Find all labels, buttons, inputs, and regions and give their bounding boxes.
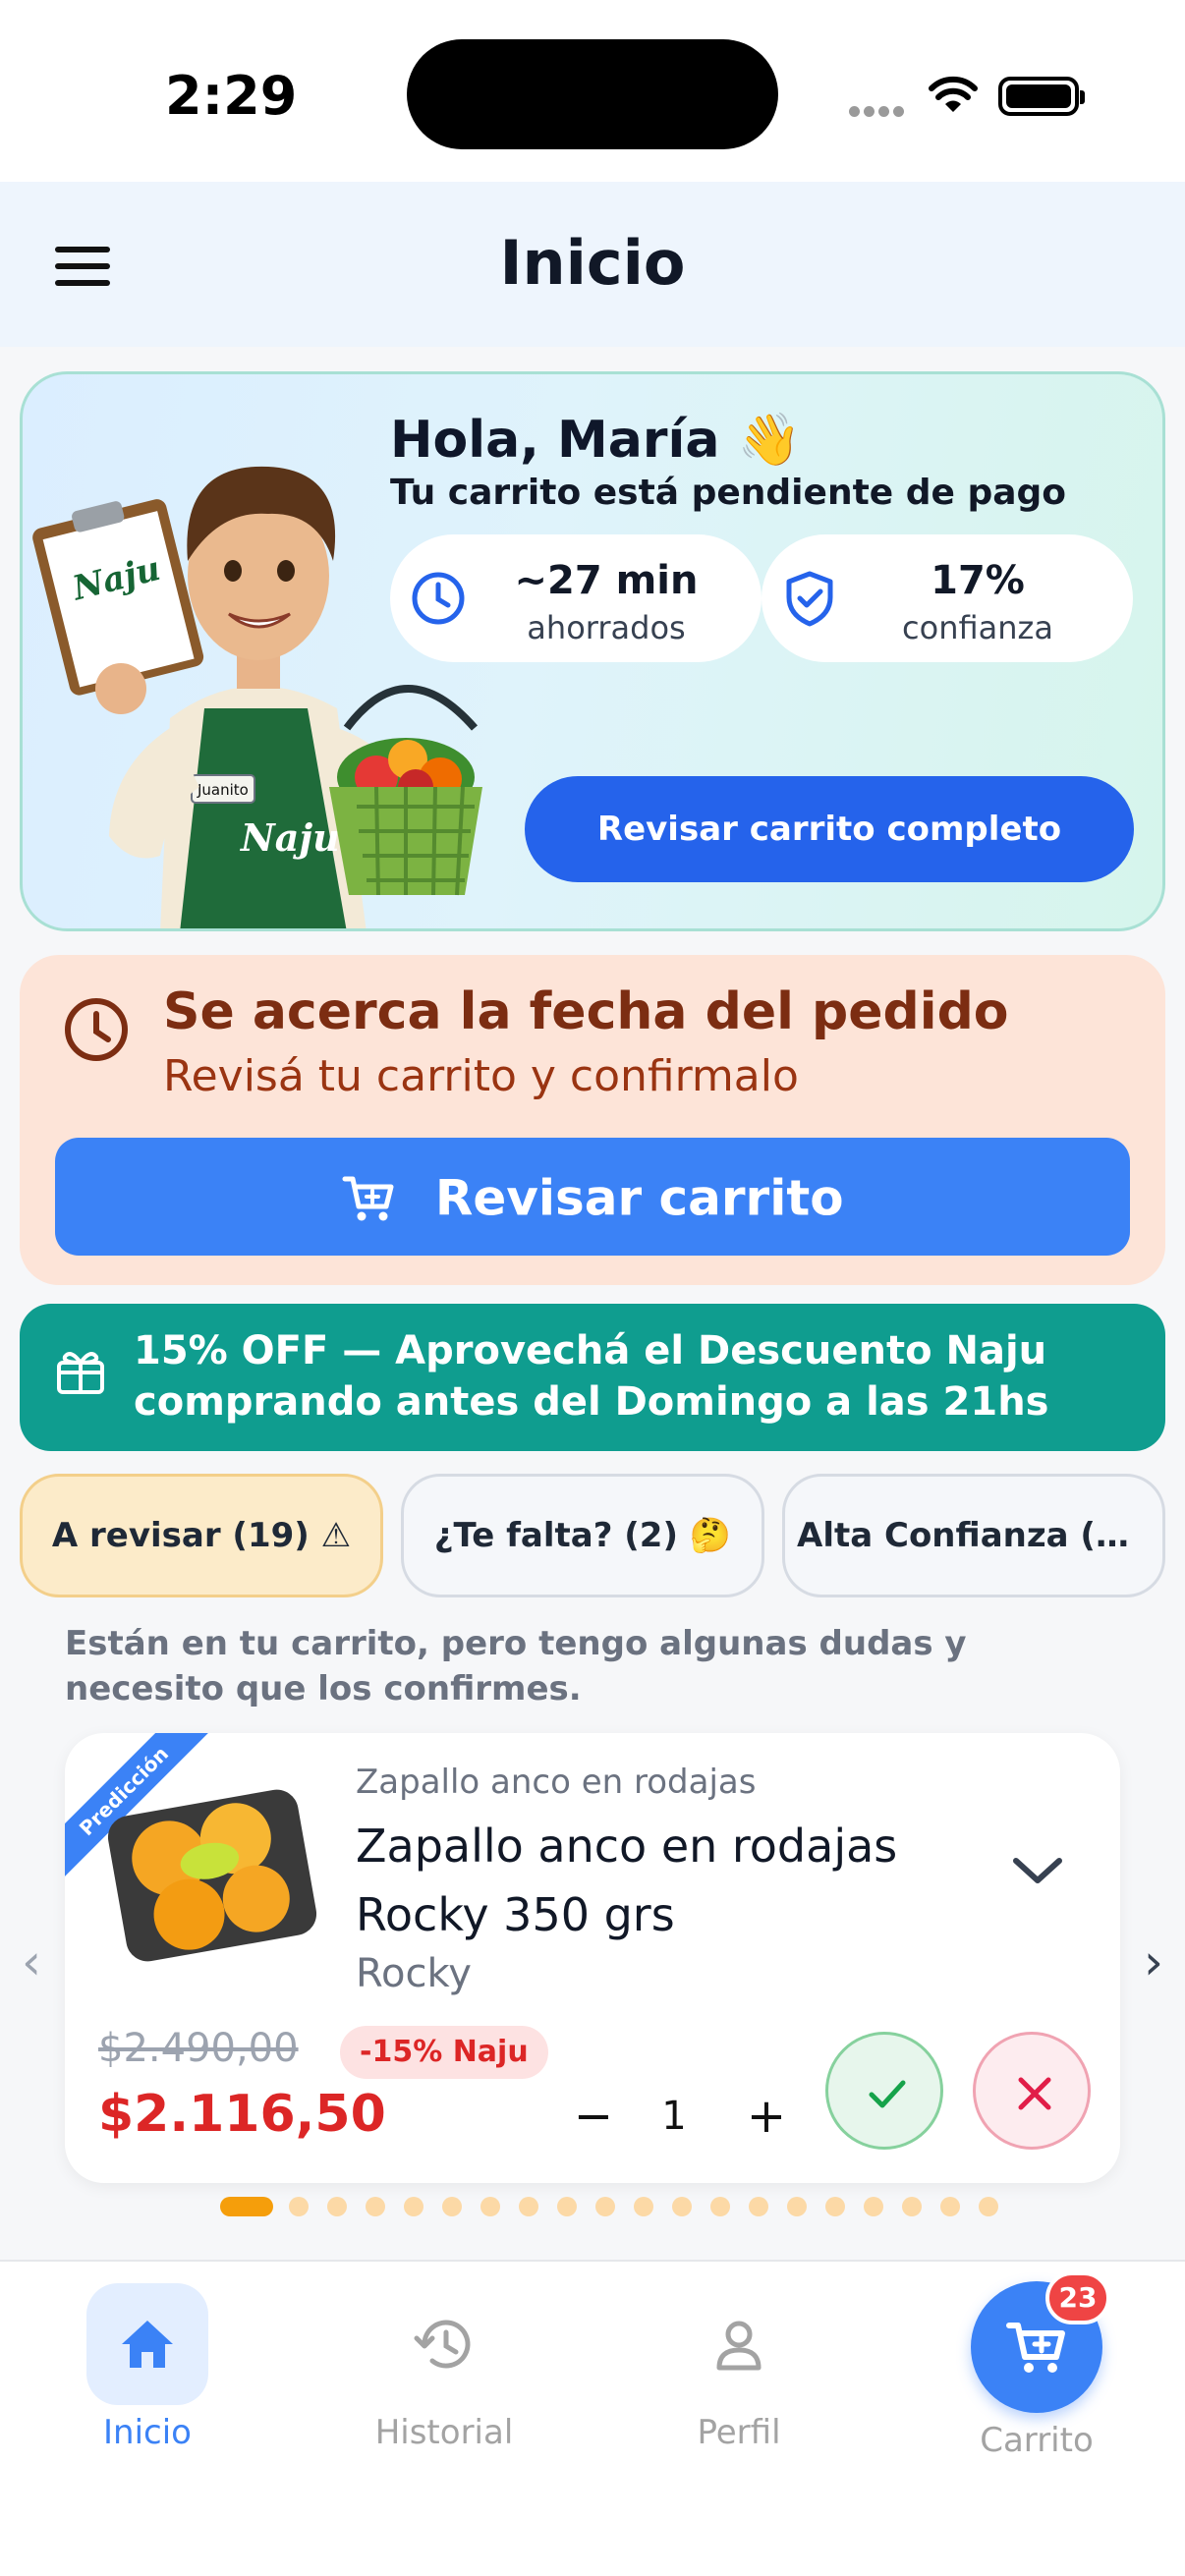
remove-product-button[interactable]: [973, 2032, 1091, 2150]
confirm-product-button[interactable]: [825, 2032, 943, 2150]
pager-dot[interactable]: [404, 2197, 423, 2216]
product-image: [107, 1789, 317, 1962]
clock-icon: [65, 998, 128, 1061]
pager-dot[interactable]: [787, 2197, 807, 2216]
gift-icon: [57, 1352, 104, 1394]
carousel-prev-icon[interactable]: ‹: [22, 1933, 41, 1990]
cart-icon: [342, 1176, 394, 1221]
hero-card: Naju Juanito Naju Hola, María 👋 Tu carri…: [20, 371, 1165, 931]
confidence-value: 17%: [931, 558, 1025, 603]
pager-dot[interactable]: [710, 2197, 730, 2216]
pager-dot[interactable]: [289, 2197, 309, 2216]
product-card: Predicción Zapallo anco en rodajas Zapal…: [65, 1733, 1120, 2183]
order-reminder-card: Se acerca la fecha del pedido Revisá tu …: [20, 955, 1165, 1285]
pager-dot[interactable]: [902, 2197, 922, 2216]
pager-dot[interactable]: [366, 2197, 385, 2216]
cart-status-text: Tu carrito está pendiente de pago: [390, 473, 1067, 513]
tab-description: Están en tu carrito, pero tengo algunas …: [65, 1624, 967, 1708]
pager-dot[interactable]: [979, 2197, 998, 2216]
promo-text: 15% OFF — Aprovechá el Descuento Naju co…: [134, 1328, 1049, 1425]
nav-label-carrito[interactable]: Carrito: [938, 2421, 1135, 2460]
nav-label-inicio: Inicio: [103, 2413, 192, 2452]
pager-dot[interactable]: [940, 2197, 960, 2216]
check-icon: [869, 2080, 906, 2108]
product-name: Zapallo anco en rodajas Rocky 350 grs: [356, 1820, 898, 1941]
pager-dot[interactable]: [220, 2197, 273, 2216]
pager-dot[interactable]: [327, 2197, 347, 2216]
pager-dot[interactable]: [825, 2197, 845, 2216]
time-saved-label: ahorrados: [527, 609, 686, 646]
nav-label-historial: Historial: [374, 2413, 514, 2452]
tab-missing[interactable]: ¿Te falta? (2) 🤔: [401, 1474, 764, 1597]
cart-icon: [1006, 2323, 1065, 2373]
decrease-quantity-button[interactable]: −: [564, 2087, 623, 2146]
pager-dot[interactable]: [595, 2197, 615, 2216]
pager-dot[interactable]: [442, 2197, 462, 2216]
carousel-next-icon[interactable]: ›: [1144, 1933, 1163, 1990]
apron-logo-text: Naju: [240, 815, 340, 860]
nav-item-historial[interactable]: Historial: [346, 2283, 542, 2452]
pager-dot[interactable]: [519, 2197, 538, 2216]
pager-dot[interactable]: [557, 2197, 577, 2216]
signal-icon: [849, 102, 908, 117]
dynamic-island: [407, 39, 778, 149]
discount-badge: -15% Naju: [340, 2026, 548, 2079]
home-icon: [122, 2321, 173, 2368]
reminder-title: Se acerca la fecha del pedido: [163, 982, 1009, 1041]
status-bar: 2:29: [0, 0, 1185, 182]
nav-item-inicio[interactable]: Inicio: [49, 2283, 246, 2452]
review-cart-button[interactable]: Revisar carrito: [55, 1138, 1130, 1256]
pager-dot[interactable]: [864, 2197, 883, 2216]
bottom-nav: Inicio Historial Perfil 23 Carrito: [0, 2260, 1185, 2576]
pager-dot[interactable]: [480, 2197, 500, 2216]
quantity-value: 1: [661, 2094, 687, 2139]
greeting-text: Hola, María 👋: [390, 411, 802, 470]
close-icon: [1018, 2077, 1051, 2110]
page-title: Inicio: [499, 227, 686, 299]
product-brand: Rocky: [356, 1951, 472, 1996]
chevron-down-icon[interactable]: [1008, 1851, 1067, 1890]
nav-item-perfil[interactable]: Perfil: [641, 2283, 837, 2452]
cart-count-badge: 23: [1045, 2271, 1110, 2324]
tab-to-review[interactable]: A revisar (19) ⚠: [20, 1474, 383, 1597]
status-time: 2:29: [165, 65, 298, 127]
original-price: $2.490,00: [98, 2026, 299, 2071]
pager-dot[interactable]: [749, 2197, 768, 2216]
increase-quantity-button[interactable]: +: [737, 2087, 796, 2146]
time-saved-stat: ~27 min ahorrados: [390, 534, 762, 662]
pager-dot[interactable]: [672, 2197, 692, 2216]
review-cart-label: Revisar carrito: [434, 1169, 844, 1227]
nav-label-perfil: Perfil: [697, 2413, 781, 2452]
review-full-cart-button[interactable]: Revisar carrito completo: [525, 776, 1134, 882]
pager-dot[interactable]: [634, 2197, 653, 2216]
time-saved-value: ~27 min: [514, 558, 699, 603]
tab-high-confidence[interactable]: Alta Confianza (4…: [782, 1474, 1165, 1597]
promo-banner[interactable]: 15% OFF — Aprovechá el Descuento Naju co…: [20, 1304, 1165, 1451]
confidence-stat: 17% confianza: [762, 534, 1133, 662]
name-tag-text: Juanito: [197, 781, 249, 799]
profile-icon: [716, 2321, 762, 2371]
history-icon: [414, 2320, 471, 2369]
discounted-price: $2.116,50: [98, 2085, 386, 2144]
app-header: Inicio: [0, 182, 1185, 347]
battery-icon: [998, 77, 1085, 116]
product-category: Zapallo anco en rodajas: [356, 1763, 757, 1802]
confidence-label: confianza: [902, 609, 1053, 646]
reminder-subtitle: Revisá tu carrito y confirmalo: [163, 1051, 799, 1101]
wifi-icon: [929, 76, 978, 112]
